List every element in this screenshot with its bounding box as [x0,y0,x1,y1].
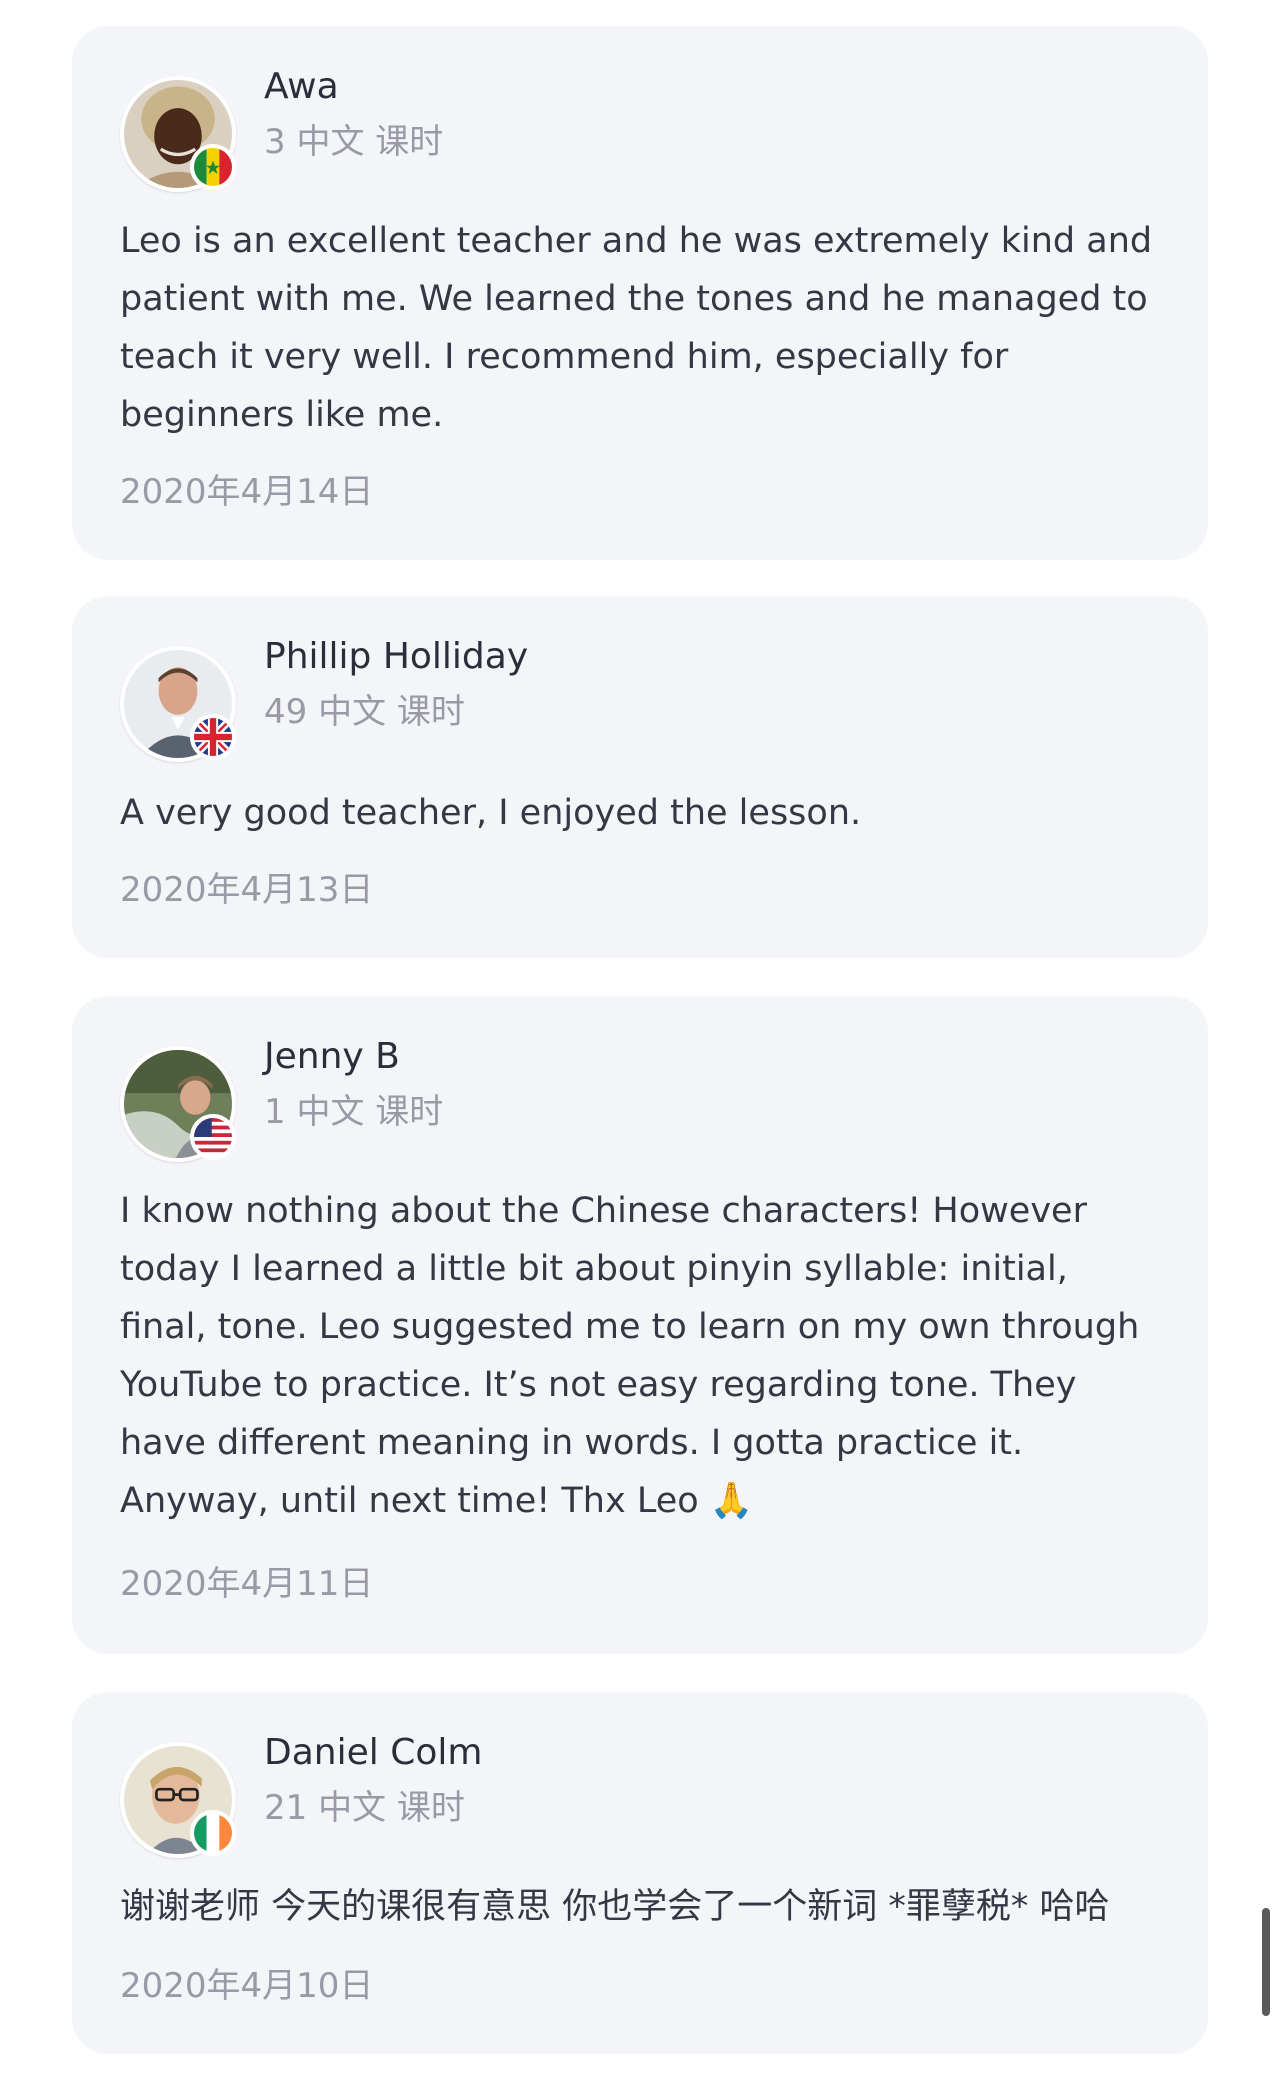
senegal-flag-icon [190,144,236,190]
review-card: Jenny B 1 中文 课时 I know nothing about the… [72,996,1208,1654]
review-card: Awa 3 中文 课时 Leo is an excellent teacher … [72,26,1208,560]
ireland-flag-icon [190,1810,236,1856]
lesson-count: 3 中文 课时 [264,122,444,162]
reviewer-avatar-group[interactable] [120,1742,236,1858]
us-flag-icon [190,1114,236,1160]
uk-flag-icon [190,714,236,760]
reviewer-name[interactable]: Daniel Colm [264,1732,482,1773]
scrollbar-thumb[interactable] [1262,1908,1270,2016]
review-card: Daniel Colm 21 中文 课时 谢谢老师 今天的课很有意思 你也学会了… [72,1692,1208,2054]
review-text: 谢谢老师 今天的课很有意思 你也学会了一个新词 *罪孽税* 哈哈 [120,1887,1110,1927]
review-date: 2020年4月13日 [120,870,374,910]
reviewer-avatar-group[interactable] [120,1046,236,1162]
reviewer-avatar-group[interactable] [120,646,236,762]
reviewer-name[interactable]: Jenny B [264,1036,400,1077]
review-card: Phillip Holliday 49 中文 课时 A very good te… [72,596,1208,958]
review-date: 2020年4月11日 [120,1564,374,1604]
review-date: 2020年4月10日 [120,1966,374,2006]
lesson-count: 49 中文 课时 [264,692,465,732]
review-text: A very good teacher, I enjoyed the lesso… [120,793,862,833]
review-text: Leo is an excellent teacher and he was e… [120,221,1153,435]
reviewer-avatar-group[interactable] [120,76,236,192]
reviewer-name[interactable]: Phillip Holliday [264,636,528,677]
reviewer-name[interactable]: Awa [264,66,339,107]
lesson-count: 1 中文 课时 [264,1092,444,1132]
review-date: 2020年4月14日 [120,472,374,512]
lesson-count: 21 中文 课时 [264,1788,465,1828]
review-text: I know nothing about the Chinese charact… [120,1191,1140,1521]
